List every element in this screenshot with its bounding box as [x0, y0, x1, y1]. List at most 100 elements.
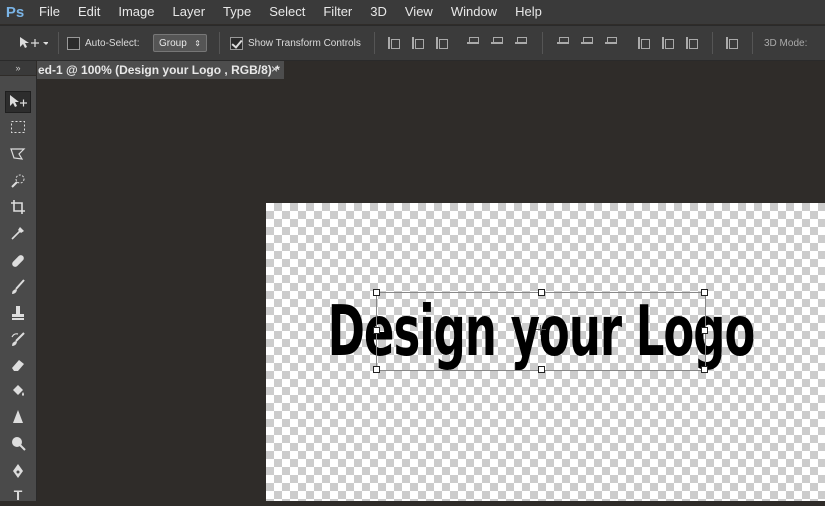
blur-tool[interactable]	[5, 406, 31, 428]
distribute-left-button[interactable]	[636, 26, 650, 60]
menu-file[interactable]: File	[30, 0, 69, 24]
align-top-icon	[386, 36, 400, 50]
separator	[542, 32, 543, 54]
auto-select-checkbox[interactable]	[67, 36, 80, 50]
eyedropper-tool[interactable]	[5, 222, 31, 244]
distribute-right-icon	[684, 36, 698, 50]
history-brush-tool[interactable]	[5, 328, 31, 350]
document-tab-bar: ed-1 @ 100% (Design your Logo , RGB/8) *…	[37, 61, 825, 79]
transform-handle-left[interactable]	[373, 327, 380, 334]
align-bottom-button[interactable]	[434, 26, 448, 60]
transform-handle-bottom-left[interactable]	[373, 366, 380, 373]
distribute-hcenter-button[interactable]	[660, 26, 674, 60]
distribute-top-icon	[556, 36, 570, 50]
document-tab-title: ed-1 @ 100% (Design your Logo , RGB/8) *	[38, 63, 280, 77]
tools-panel: T	[0, 76, 37, 503]
quick-selection-icon	[11, 174, 25, 188]
eraser-tool[interactable]	[5, 354, 31, 376]
distribute-top-button[interactable]	[556, 26, 570, 60]
separator	[58, 32, 59, 54]
separator	[752, 32, 753, 54]
transform-handle-bottom-right[interactable]	[701, 366, 708, 373]
eyedropper-icon	[11, 227, 24, 240]
menu-3d[interactable]: 3D	[361, 0, 396, 24]
menu-filter[interactable]: Filter	[314, 0, 361, 24]
move-tool[interactable]	[5, 91, 31, 113]
history-brush-icon	[11, 332, 25, 346]
lasso-tool[interactable]	[5, 143, 31, 165]
transform-handle-bottom[interactable]	[538, 366, 545, 373]
transform-handle-right[interactable]	[701, 327, 708, 334]
brush-icon	[12, 279, 25, 294]
stamp-icon	[12, 306, 24, 320]
distribute-vcenter-icon	[580, 36, 594, 50]
updown-arrow-icon: ⇕	[194, 38, 201, 48]
show-transform-label: Show Transform Controls	[248, 37, 361, 49]
move-tool-icon	[10, 95, 27, 107]
transform-handle-top-left[interactable]	[373, 289, 380, 296]
align-top-button[interactable]	[386, 26, 400, 60]
show-transform-checkbox[interactable]	[230, 36, 243, 50]
pen-tool[interactable]	[5, 460, 31, 482]
distribute-hcenter-icon	[660, 36, 674, 50]
align-bottom-icon	[434, 36, 448, 50]
photoshop-logo: Ps	[5, 3, 25, 21]
align-left-button[interactable]	[466, 26, 480, 60]
menu-select[interactable]: Select	[260, 0, 314, 24]
dodge-tool[interactable]	[5, 432, 31, 454]
menu-edit[interactable]: Edit	[69, 0, 109, 24]
transform-handle-top[interactable]	[538, 289, 545, 296]
align-hcenter-icon	[490, 36, 504, 50]
toolbar-collapse-button[interactable]: »	[0, 61, 36, 75]
menu-bar: Ps File Edit Image Layer Type Select Fil…	[0, 0, 825, 24]
clone-stamp-tool[interactable]	[5, 302, 31, 324]
separator	[374, 32, 375, 54]
crop-icon	[11, 200, 25, 214]
healing-brush-tool[interactable]	[5, 250, 31, 272]
separator	[219, 32, 220, 54]
paint-bucket-tool[interactable]	[5, 380, 31, 402]
auto-select-value: Group	[159, 37, 187, 49]
paint-bucket-icon	[13, 385, 24, 396]
align-left-icon	[466, 36, 480, 50]
align-vcenter-icon	[410, 36, 424, 50]
distribute-left-icon	[636, 36, 650, 50]
type-tool[interactable]: T	[5, 484, 31, 506]
auto-select-dropdown[interactable]: Group ⇕	[153, 34, 207, 52]
auto-align-icon	[724, 36, 738, 50]
align-right-button[interactable]	[514, 26, 528, 60]
menu-layer[interactable]: Layer	[164, 0, 215, 24]
marquee-tool[interactable]	[5, 116, 31, 138]
eraser-icon	[12, 360, 24, 371]
brush-tool[interactable]	[5, 276, 31, 298]
separator	[712, 32, 713, 54]
crop-tool[interactable]	[5, 196, 31, 218]
move-tool-icon	[20, 37, 48, 48]
menu-window[interactable]: Window	[442, 0, 506, 24]
bandage-icon	[12, 255, 24, 267]
3d-mode-label: 3D Mode:	[764, 37, 808, 49]
distribute-bottom-icon	[604, 36, 618, 50]
distribute-vcenter-button[interactable]	[580, 26, 594, 60]
auto-select-label: Auto-Select:	[85, 37, 140, 49]
quick-selection-tool[interactable]	[5, 170, 31, 192]
menu-type[interactable]: Type	[214, 0, 260, 24]
align-hcenter-button[interactable]	[490, 26, 504, 60]
transform-handle-top-right[interactable]	[701, 289, 708, 296]
rectangle-marquee-icon	[11, 121, 25, 133]
transform-center-icon[interactable]	[536, 325, 546, 335]
document-tab[interactable]: ed-1 @ 100% (Design your Logo , RGB/8) *…	[37, 61, 284, 79]
tool-preset-picker[interactable]	[18, 26, 48, 60]
menu-help[interactable]: Help	[506, 0, 551, 24]
blur-drop-icon	[13, 410, 23, 423]
align-vcenter-button[interactable]	[410, 26, 424, 60]
distribute-right-button[interactable]	[684, 26, 698, 60]
menu-image[interactable]: Image	[109, 0, 163, 24]
distribute-bottom-button[interactable]	[604, 26, 618, 60]
menu-view[interactable]: View	[396, 0, 442, 24]
close-icon[interactable]: ×	[271, 62, 278, 76]
auto-align-button[interactable]	[724, 26, 738, 60]
pen-icon	[13, 464, 23, 478]
align-right-icon	[514, 36, 528, 50]
polygon-lasso-icon	[10, 148, 26, 160]
